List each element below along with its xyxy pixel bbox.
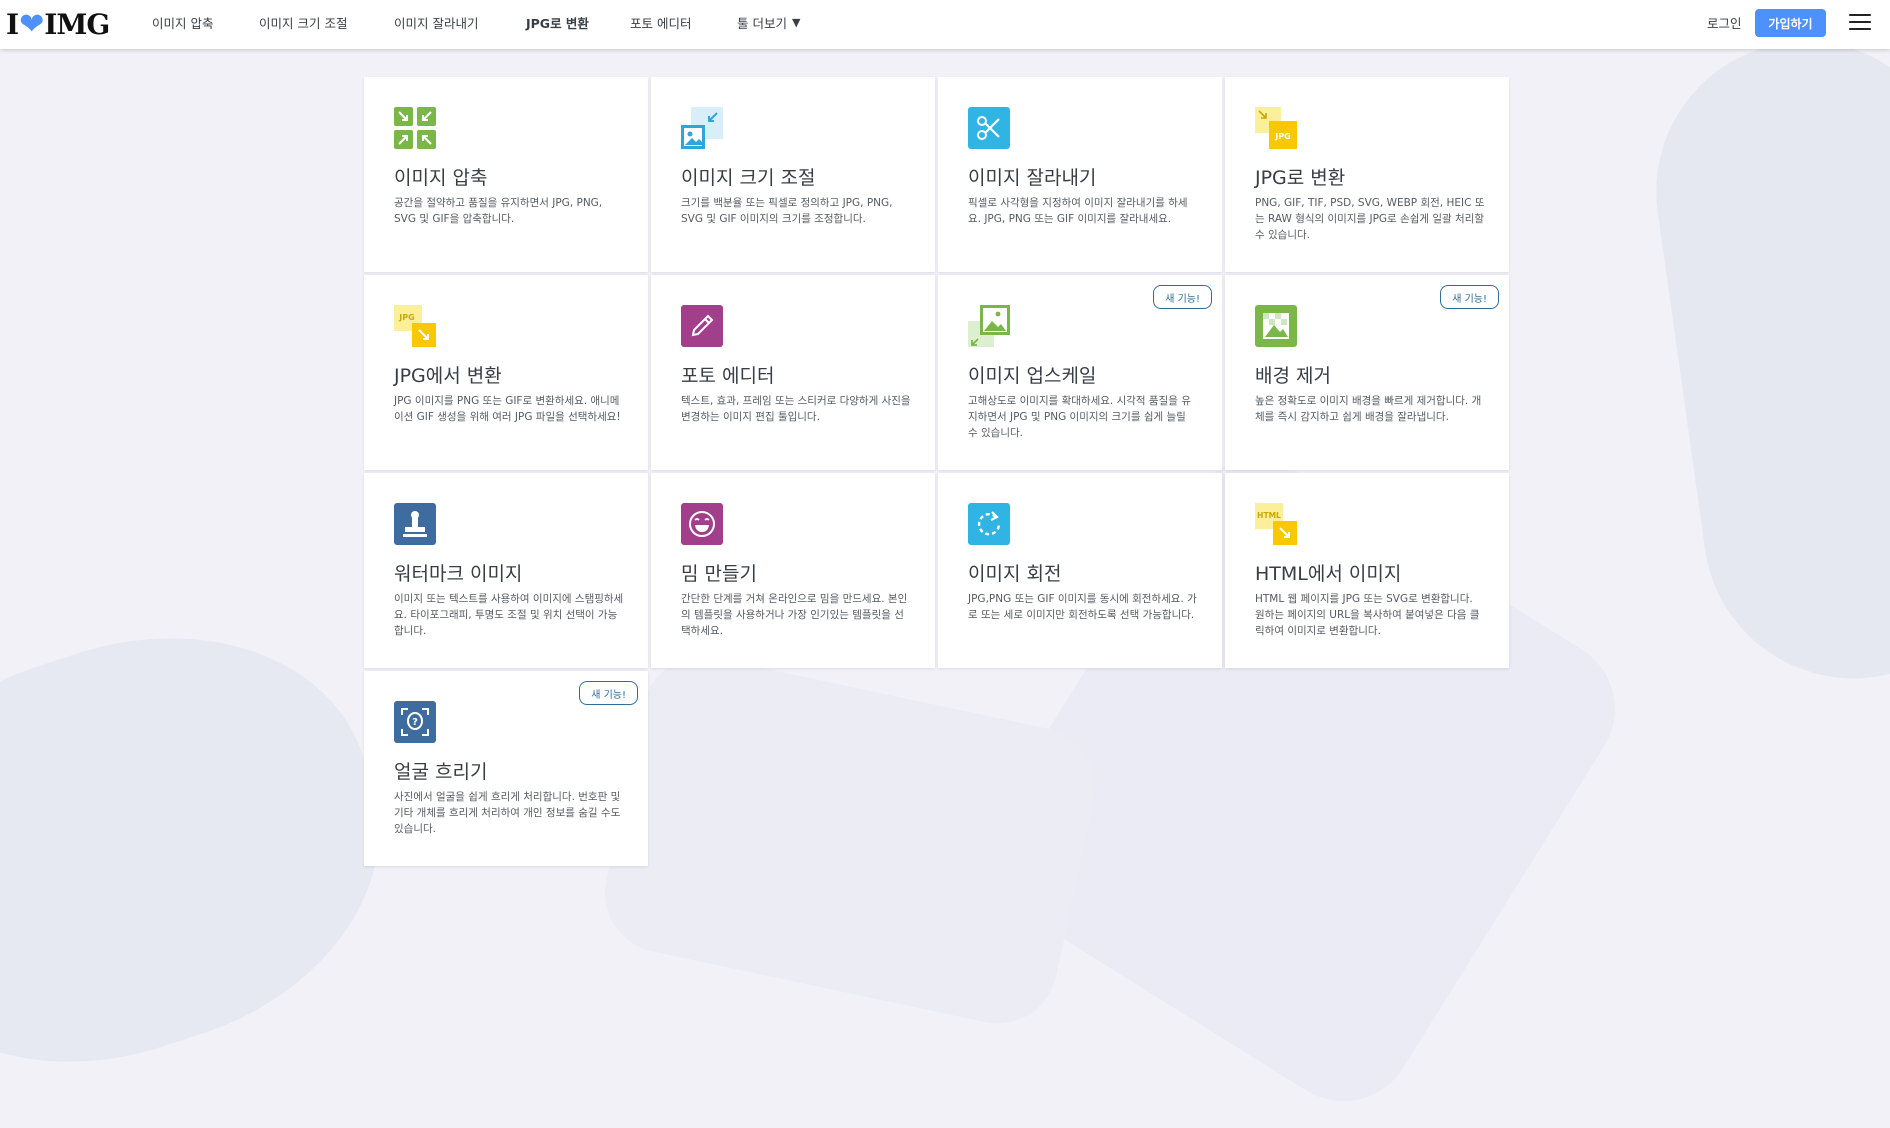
background-shape <box>593 645 1107 1035</box>
login-link[interactable]: 로그인 <box>1707 0 1742 45</box>
tool-title: 이미지 업스케일 <box>968 365 1097 387</box>
nav-link-resize[interactable]: 이미지 크기 조절 <box>259 0 347 45</box>
tool-description: PNG, GIF, TIF, PSD, SVG, WEBP 회전, HEIC 또… <box>1255 197 1485 241</box>
tool-description: HTML 웹 페이지를 JPG 또는 SVG로 변환합니다. 원하는 페이지의 … <box>1255 593 1480 637</box>
scissors-icon <box>968 107 1010 149</box>
logo-text: IMG <box>44 7 110 41</box>
tool-description: 이미지 또는 텍스트를 사용하여 이미지에 스탬핑하세요. 타이포그래피, 투명… <box>394 593 624 637</box>
remove-background-icon <box>1255 305 1297 347</box>
tool-description: 높은 정확도로 이미지 배경을 빠르게 제거합니다. 개체를 즉시 감지하고 쉽… <box>1255 395 1482 423</box>
convert-from-jpg-icon: JPG <box>394 305 436 347</box>
tool-card-rotate[interactable]: 이미지 회전 JPG,PNG 또는 GIF 이미지를 동시에 회전하세요. 가로… <box>938 473 1222 668</box>
tool-description: 공간을 절약하고 품질을 유지하면서 JPG, PNG, SVG 및 GIF을 … <box>394 197 603 225</box>
tool-title: 배경 제거 <box>1255 365 1331 387</box>
nav-link-photo-editor[interactable]: 포토 에디터 <box>630 0 691 45</box>
nav-link-convert-to-jpg[interactable]: JPG로 변환 <box>526 0 589 45</box>
new-feature-badge: 새 기능! <box>1153 285 1212 309</box>
tool-card-remove-background[interactable]: 새 기능! 배경 제거 높은 정확도로 이미지 배경을 빠르게 제거합니다. 개… <box>1225 275 1509 470</box>
tool-description: 텍스트, 효과, 프레임 또는 스티커로 다양하게 사진을 변경하는 이미지 편… <box>681 395 911 423</box>
tool-description: 픽셀로 사각형을 지정하여 이미지 잘라내기를 하세요. JPG, PNG 또는… <box>968 197 1188 225</box>
tool-card-html-to-image[interactable]: HTML HTML에서 이미지 HTML 웹 페이지를 JPG 또는 SVG로 … <box>1225 473 1509 668</box>
logo[interactable]: I ❤ IMG <box>6 6 110 42</box>
tool-title: 이미지 압축 <box>394 167 488 189</box>
tool-description: 크기를 백분율 또는 픽셀로 정의하고 JPG, PNG, SVG 및 GIF … <box>681 197 893 225</box>
tool-card-crop[interactable]: 이미지 잘라내기 픽셀로 사각형을 지정하여 이미지 잘라내기를 하세요. JP… <box>938 77 1222 272</box>
tool-description: JPG,PNG 또는 GIF 이미지를 동시에 회전하세요. 가로 또는 세로 … <box>968 593 1197 621</box>
heart-icon: ❤ <box>19 6 44 42</box>
laughing-face-icon <box>681 503 723 545</box>
tool-description: 사진에서 얼굴을 쉽게 흐리게 처리합니다. 번호판 및 기타 개체를 흐리게 … <box>394 791 621 835</box>
upscale-icon <box>968 305 1010 347</box>
face-scan-icon: ? <box>394 701 436 743</box>
tool-card-resize[interactable]: 이미지 크기 조절 크기를 백분율 또는 픽셀로 정의하고 JPG, PNG, … <box>651 77 935 272</box>
logo-letter: I <box>6 7 19 41</box>
compress-icon <box>394 107 436 149</box>
tool-title: 이미지 크기 조절 <box>681 167 816 189</box>
svg-text:HTML: HTML <box>1257 511 1281 520</box>
tool-card-convert-from-jpg[interactable]: JPG JPG에서 변환 JPG 이미지를 PNG 또는 GIF로 변환하세요.… <box>364 275 648 470</box>
tool-description: 고해상도로 이미지를 확대하세요. 시각적 품질을 유지하면서 JPG 및 PN… <box>968 395 1191 439</box>
tool-card-photo-editor[interactable]: 포토 에디터 텍스트, 효과, 프레임 또는 스티커로 다양하게 사진을 변경하… <box>651 275 935 470</box>
nav-link-crop[interactable]: 이미지 잘라내기 <box>394 0 478 45</box>
tool-description: JPG 이미지를 PNG 또는 GIF로 변환하세요. 애니메이션 GIF 생성… <box>394 395 621 423</box>
rotate-icon <box>968 503 1010 545</box>
svg-text:?: ? <box>412 717 418 728</box>
tool-title: 워터마크 이미지 <box>394 563 523 585</box>
tool-card-compress[interactable]: 이미지 압축 공간을 절약하고 품질을 유지하면서 JPG, PNG, SVG … <box>364 77 648 272</box>
caret-down-icon: ▼ <box>791 16 801 29</box>
tool-title: 얼굴 흐리기 <box>394 761 488 783</box>
tool-title: 포토 에디터 <box>681 365 775 387</box>
tool-title: 이미지 회전 <box>968 563 1062 585</box>
stamp-icon <box>394 503 436 545</box>
svg-text:JPG: JPG <box>398 313 414 322</box>
background-shape <box>1636 22 1890 698</box>
tool-card-upscale[interactable]: 새 기능! 이미지 업스케일 고해상도로 이미지를 확대하세요. 시각적 품질을… <box>938 275 1222 470</box>
tool-card-watermark[interactable]: 워터마크 이미지 이미지 또는 텍스트를 사용하여 이미지에 스탬핑하세요. 타… <box>364 473 648 668</box>
nav-link-compress[interactable]: 이미지 압축 <box>152 0 213 45</box>
tool-title: 밈 만들기 <box>681 563 757 585</box>
resize-icon <box>681 107 723 149</box>
nav-more-tools-dropdown[interactable]: 툴 더보기 ▼ <box>737 0 800 45</box>
convert-to-jpg-icon: JPG <box>1255 107 1297 149</box>
html-to-image-icon: HTML <box>1255 503 1297 545</box>
hamburger-menu-icon[interactable] <box>1849 14 1871 32</box>
new-feature-badge: 새 기능! <box>579 681 638 705</box>
tool-title: 이미지 잘라내기 <box>968 167 1097 189</box>
tool-card-meme[interactable]: 밈 만들기 간단한 단계를 거쳐 온라인으로 밈을 만드세요. 본인의 템플릿을… <box>651 473 935 668</box>
tool-title: JPG에서 변환 <box>394 365 502 387</box>
tool-title: HTML에서 이미지 <box>1255 563 1402 585</box>
pencil-icon <box>681 305 723 347</box>
tool-card-blur-face[interactable]: 새 기능! ? 얼굴 흐리기 사진에서 얼굴을 쉽게 흐리게 처리합니다. 번호… <box>364 671 648 866</box>
svg-text:JPG: JPG <box>1274 132 1290 141</box>
signup-button[interactable]: 가입하기 <box>1755 9 1826 37</box>
tool-description: 간단한 단계를 거쳐 온라인으로 밈을 만드세요. 본인의 템플릿을 사용하거나… <box>681 593 908 637</box>
new-feature-badge: 새 기능! <box>1440 285 1499 309</box>
tool-card-convert-to-jpg[interactable]: JPG JPG로 변환 PNG, GIF, TIF, PSD, SVG, WEB… <box>1225 77 1509 272</box>
tool-title: JPG로 변환 <box>1255 167 1346 189</box>
nav-more-label: 툴 더보기 <box>737 16 787 31</box>
top-navigation-bar: I ❤ IMG 이미지 압축 이미지 크기 조절 이미지 잘라내기 JPG로 변… <box>0 0 1890 49</box>
